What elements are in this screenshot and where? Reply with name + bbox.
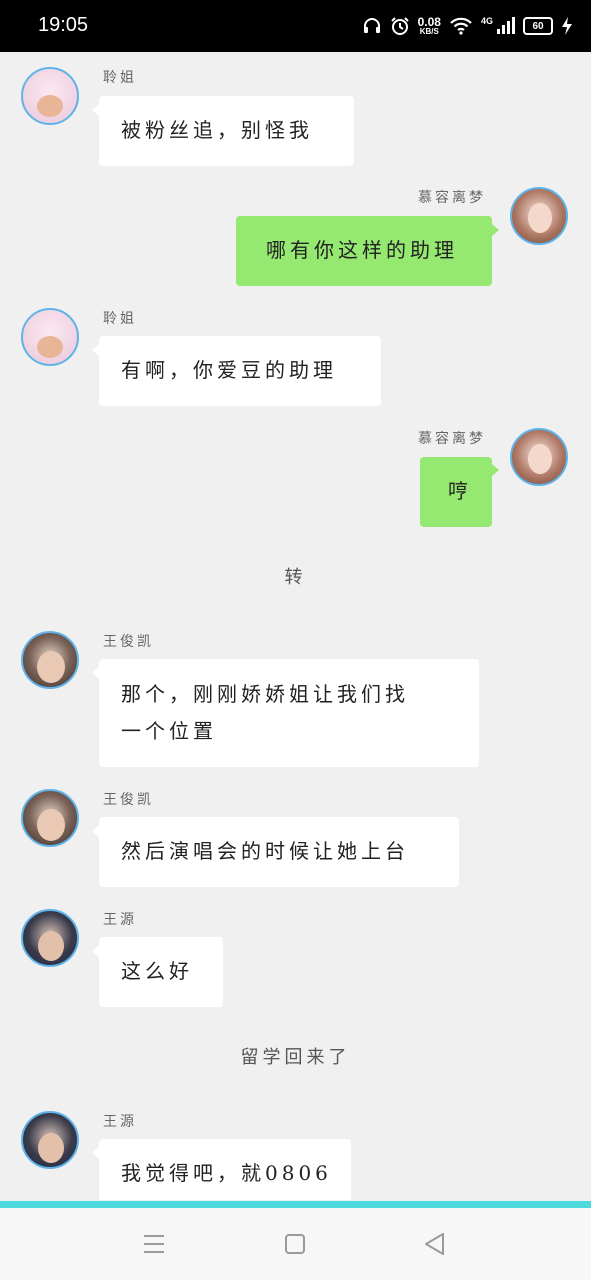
section-divider: 留学回来了 [240, 1047, 351, 1068]
section-divider: 转 [284, 567, 307, 588]
message-bubble[interactable]: 我觉得吧，就0806 [99, 1139, 351, 1200]
nav-bar [0, 1208, 591, 1280]
menu-icon[interactable] [136, 1226, 172, 1262]
back-icon[interactable] [417, 1226, 453, 1262]
battery-icon: 60 [523, 17, 553, 35]
sender-name: 慕容离梦 [418, 431, 486, 447]
net-speed: 0.08 KB/S [418, 16, 441, 36]
sender-name: 王源 [103, 1114, 137, 1130]
message-bubble[interactable]: 哼 [420, 457, 492, 527]
avatar[interactable] [21, 308, 79, 366]
avatar[interactable] [510, 428, 568, 486]
sender-name: 王源 [103, 912, 137, 928]
bubble-tail [92, 344, 99, 356]
signal-icon [497, 17, 515, 34]
message-line: 一个位置 [121, 719, 217, 743]
home-icon[interactable] [277, 1226, 313, 1262]
alarm-icon [390, 17, 409, 35]
battery-level: 60 [532, 20, 544, 32]
net-speed-unit: KB/S [419, 27, 439, 36]
message-bubble[interactable]: 被粉丝追，别怪我 [99, 96, 354, 166]
sender-name: 聆姐 [103, 70, 137, 86]
bubble-tail [92, 667, 99, 679]
sender-name: 王俊凯 [103, 634, 154, 650]
charging-icon [562, 17, 572, 35]
headset-icon [363, 18, 380, 33]
bubble-tail [92, 104, 99, 116]
sender-name: 聆姐 [103, 311, 137, 327]
status-bar: 19:05 0.08 KB/S 4G 60 [0, 0, 591, 52]
status-icons: 0.08 KB/S 4G 60 [362, 12, 573, 40]
message-bubble[interactable]: 哪有你这样的助理 [236, 216, 492, 286]
bubble-tail [492, 464, 499, 476]
chat-area[interactable]: 聆姐 被粉丝追，别怪我 慕容离梦 哪有你这样的助理 聆姐 有啊，你爱豆的助理 慕… [0, 52, 591, 1200]
status-time: 19:05 [38, 14, 89, 36]
message-bubble[interactable]: 有啊，你爱豆的助理 [99, 336, 381, 406]
message-bubble[interactable]: 然后演唱会的时候让她上台 [99, 817, 459, 887]
avatar[interactable] [21, 631, 79, 689]
bubble-tail [92, 825, 99, 837]
message-bubble[interactable]: 这么好 [99, 937, 223, 1007]
wifi-icon [450, 17, 472, 35]
avatar[interactable] [21, 909, 79, 967]
avatar[interactable] [21, 1111, 79, 1169]
avatar[interactable] [21, 789, 79, 847]
bubble-tail [492, 224, 499, 236]
network-type: 4G [480, 16, 493, 26]
message-bubble[interactable]: 那个，刚刚娇娇姐让我们找 一个位置 [99, 659, 479, 767]
bubble-tail [92, 1147, 99, 1159]
message-line: 那个，刚刚娇娇姐让我们找 [121, 682, 409, 706]
accent-bar [0, 1201, 591, 1208]
sender-name: 慕容离梦 [418, 190, 486, 206]
avatar[interactable] [21, 67, 79, 125]
avatar[interactable] [510, 187, 568, 245]
bubble-tail [92, 945, 99, 957]
sender-name: 王俊凯 [103, 792, 154, 808]
